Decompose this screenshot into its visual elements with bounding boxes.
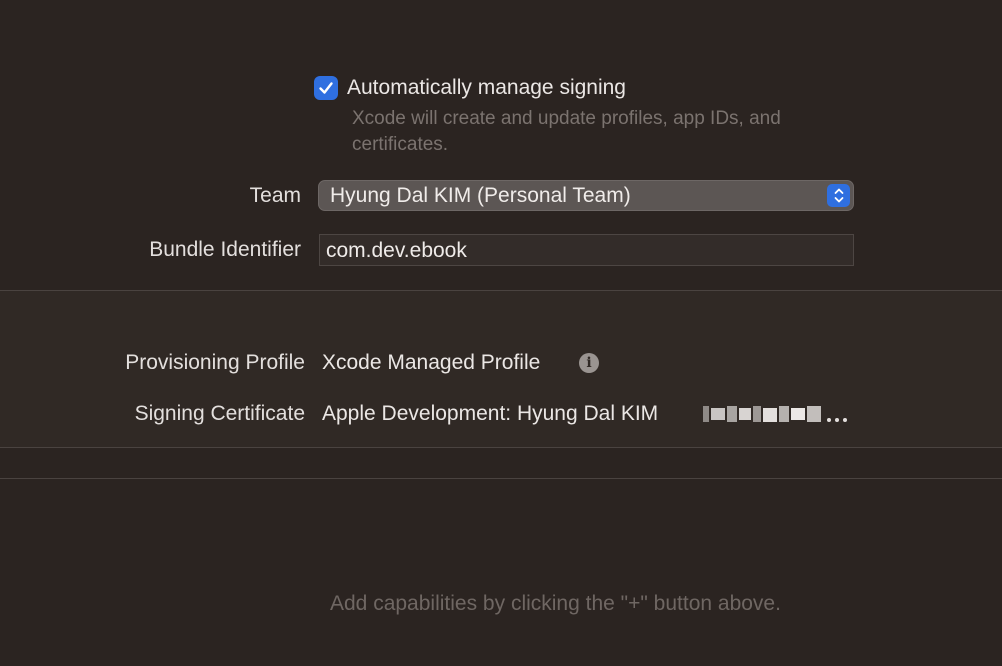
- team-select-value: Hyung Dal KIM (Personal Team): [330, 184, 631, 207]
- bundle-identifier-value: com.dev.ebook: [326, 239, 467, 262]
- provisioning-profile-label: Provisioning Profile: [125, 351, 305, 374]
- team-select[interactable]: Hyung Dal KIM (Personal Team): [318, 180, 854, 211]
- auto-manage-signing-label[interactable]: Automatically manage signing: [347, 74, 626, 102]
- bundle-identifier-field[interactable]: com.dev.ebook: [319, 234, 854, 266]
- checkmark-icon: [319, 82, 333, 94]
- auto-manage-signing-description: Xcode will create and update profiles, a…: [352, 108, 781, 155]
- signing-certificate-value: Apple Development: Hyung Dal KIM: [322, 402, 659, 425]
- capabilities-hint: Add capabilities by clicking the "+" but…: [330, 592, 781, 615]
- team-label: Team: [249, 184, 301, 207]
- capabilities-section: [0, 479, 1002, 666]
- auto-manage-signing-checkbox[interactable]: [314, 76, 338, 100]
- provisioning-profile-value: Xcode Managed Profile: [322, 351, 541, 374]
- chevron-up-down-icon[interactable]: [827, 184, 850, 207]
- bundle-identifier-label: Bundle Identifier: [149, 238, 301, 261]
- redacted-certificate-id: [703, 406, 847, 422]
- signing-certificate-label: Signing Certificate: [134, 402, 305, 425]
- section-divider: [0, 447, 1002, 448]
- info-icon[interactable]: i: [579, 353, 599, 373]
